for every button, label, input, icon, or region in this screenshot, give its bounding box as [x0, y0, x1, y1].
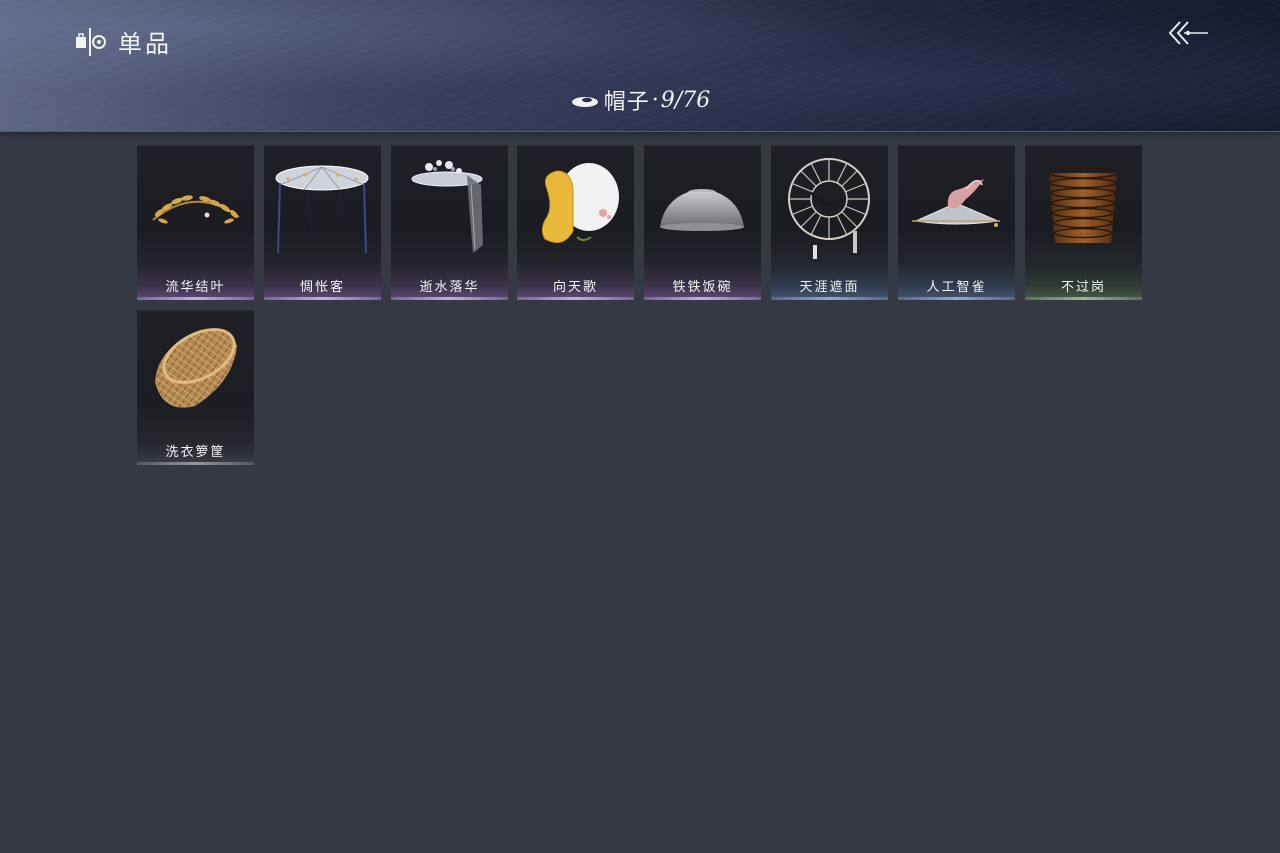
- item-card[interactable]: 洗衣箩筐: [137, 310, 254, 465]
- category-label: 帽子: [603, 90, 650, 115]
- item-name: 铁铁饭碗: [672, 280, 733, 295]
- chevron-double-left-icon: [1168, 21, 1208, 45]
- item-name: 向天歌: [552, 280, 598, 295]
- item-name: 人工智雀: [926, 280, 987, 295]
- page-title: 单品: [118, 30, 172, 58]
- iron-bowl-hat-icon: [660, 189, 744, 231]
- item-name: 逝水落华: [419, 280, 480, 295]
- item-card[interactable]: 流华结叶: [137, 145, 254, 300]
- item-card[interactable]: 向天歌: [517, 145, 634, 300]
- item-name: 洗衣箩筐: [165, 445, 226, 460]
- item-card[interactable]: 不过岗: [1025, 145, 1142, 300]
- item-card[interactable]: 逝水落华: [391, 145, 508, 300]
- item-name: 天涯遮面: [799, 280, 860, 295]
- item-card[interactable]: 天涯遮面: [771, 145, 888, 300]
- category-separator: ·: [651, 87, 659, 113]
- ribbed-hat-icon: [788, 158, 870, 259]
- hat-icon: [571, 97, 598, 107]
- item-card[interactable]: 人工智雀: [898, 145, 1015, 300]
- item-card[interactable]: 惆怅客: [264, 145, 381, 300]
- veiled-bamboo-hat-icon: [275, 165, 369, 254]
- bird-hat-icon: [912, 179, 1000, 227]
- duck-hat-icon: [541, 163, 619, 244]
- back-button[interactable]: [1166, 18, 1210, 52]
- flower-veil-hat-icon: [411, 160, 483, 253]
- item-name: 流华结叶: [165, 280, 226, 295]
- brand: 单品: [74, 24, 172, 59]
- wicker-basket-hat-icon: [155, 328, 237, 408]
- item-name: 惆怅客: [299, 280, 345, 295]
- category-heading: 帽子 · 9/76: [0, 84, 1280, 116]
- top-banner: 单品 帽子 · 9/76: [0, 0, 1280, 132]
- stacked-bowls-hat-icon: [1048, 167, 1118, 243]
- item-card[interactable]: 铁铁饭碗: [644, 145, 761, 300]
- collection-count: 9/76: [660, 87, 711, 113]
- laurel-crown-icon: [152, 195, 240, 224]
- wardrobe-logo-icon: [76, 27, 106, 56]
- item-name: 不过岗: [1060, 280, 1106, 295]
